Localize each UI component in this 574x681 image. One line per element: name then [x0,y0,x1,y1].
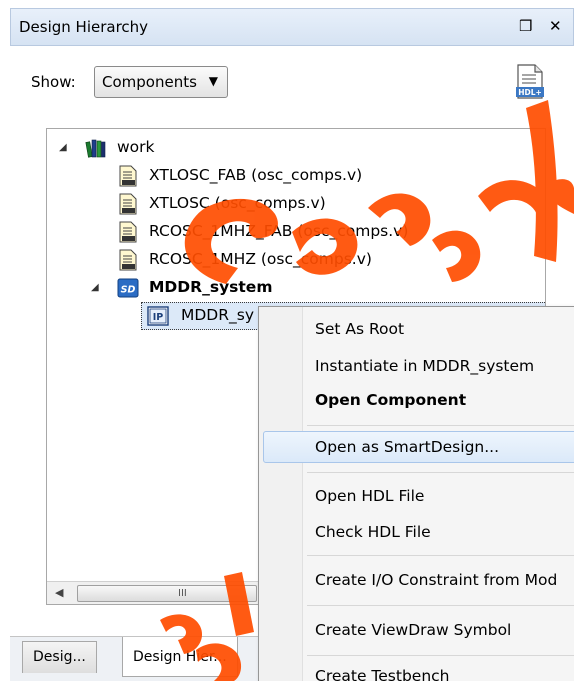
tree-label-mddr-system: MDDR_system [149,278,273,296]
smartdesign-icon-text: SD [121,285,136,296]
tab-design-hierarchy[interactable]: Design Hier... [122,637,238,677]
scrollbar-grip: III [178,588,187,599]
menu-item-instantiate[interactable]: Instantiate in MDDR_system [315,357,534,375]
panel-title: Design Hierarchy [19,18,149,36]
menu-separator [307,425,574,426]
ip-core-icon-text: IP [153,312,164,323]
menu-item-create-io-constraint[interactable]: Create I/O Constraint from Mod [315,571,557,589]
tree-expander-icon[interactable]: ◢ [59,142,67,153]
show-dropdown[interactable]: Components ▼ [94,66,228,98]
menu-item-open-component[interactable]: Open Component [315,391,466,409]
scrollbar-thumb[interactable]: III [77,585,257,602]
chevron-down-icon: ▼ [208,74,218,88]
hdl-plus-icon-text: HDL+ [518,88,542,97]
menu-item-check-hdl-file[interactable]: Check HDL File [315,523,431,541]
hdl-file-icon [119,165,137,187]
hdl-file-icon [119,193,137,215]
tree-row-mddr-system[interactable]: ◢ SD MDDR_system [47,274,545,302]
horizontal-scrollbar[interactable]: ◀ III [47,581,259,604]
tree-row[interactable]: XTLOSC (osc_comps.v) [47,190,545,218]
hdl-file-icon [119,249,137,271]
show-dropdown-value: Components [102,73,197,91]
tree-item-label: XTLOSC (osc_comps.v) [149,194,326,212]
hdl-file-icon [119,221,137,243]
menu-separator [307,605,574,606]
hdl-plus-icon[interactable]: HDL+ [514,64,546,100]
smartdesign-icon: SD [117,278,139,298]
tab-design-flow[interactable]: Desig... [22,641,97,673]
float-panel-icon[interactable]: ❒ [519,17,532,35]
menu-item-create-testbench[interactable]: Create Testbench [315,667,450,681]
menu-item-open-hdl-file[interactable]: Open HDL File [315,487,424,505]
tree-item-label: RCOSC_1MHZ_FAB (osc_comps.v) [149,222,409,240]
tree-row[interactable]: RCOSC_1MHZ (osc_comps.v) [47,246,545,274]
context-menu-gutter [259,307,303,681]
menu-item-set-as-root[interactable]: Set As Root [315,320,404,338]
tree-expander-icon[interactable]: ◢ [91,282,99,293]
tree-label-selected: MDDR_sy [181,306,255,324]
library-books-icon [85,139,106,158]
tree-item-label: RCOSC_1MHZ (osc_comps.v) [149,250,372,268]
show-label: Show: [31,73,76,91]
menu-separator [307,555,574,556]
menu-separator [307,655,574,656]
context-menu: Set As Root Instantiate in MDDR_system O… [258,306,574,681]
tree-row-work[interactable]: ◢ work [47,134,545,162]
menu-item-create-viewdraw-symbol[interactable]: Create ViewDraw Symbol [315,621,511,639]
ip-core-icon: IP [147,306,169,326]
tree-row[interactable]: RCOSC_1MHZ_FAB (osc_comps.v) [47,218,545,246]
panel-titlebar: Design Hierarchy ❒ ✕ [10,8,574,46]
close-icon[interactable]: ✕ [549,17,562,35]
tree-row[interactable]: XTLOSC_FAB (osc_comps.v) [47,162,545,190]
tree-item-label: XTLOSC_FAB (osc_comps.v) [149,166,363,184]
scroll-left-icon[interactable]: ◀ [55,586,63,599]
menu-separator [307,472,574,473]
menu-item-open-as-smartdesign[interactable]: Open as SmartDesign... [315,438,499,456]
tree-label-work: work [117,138,155,156]
